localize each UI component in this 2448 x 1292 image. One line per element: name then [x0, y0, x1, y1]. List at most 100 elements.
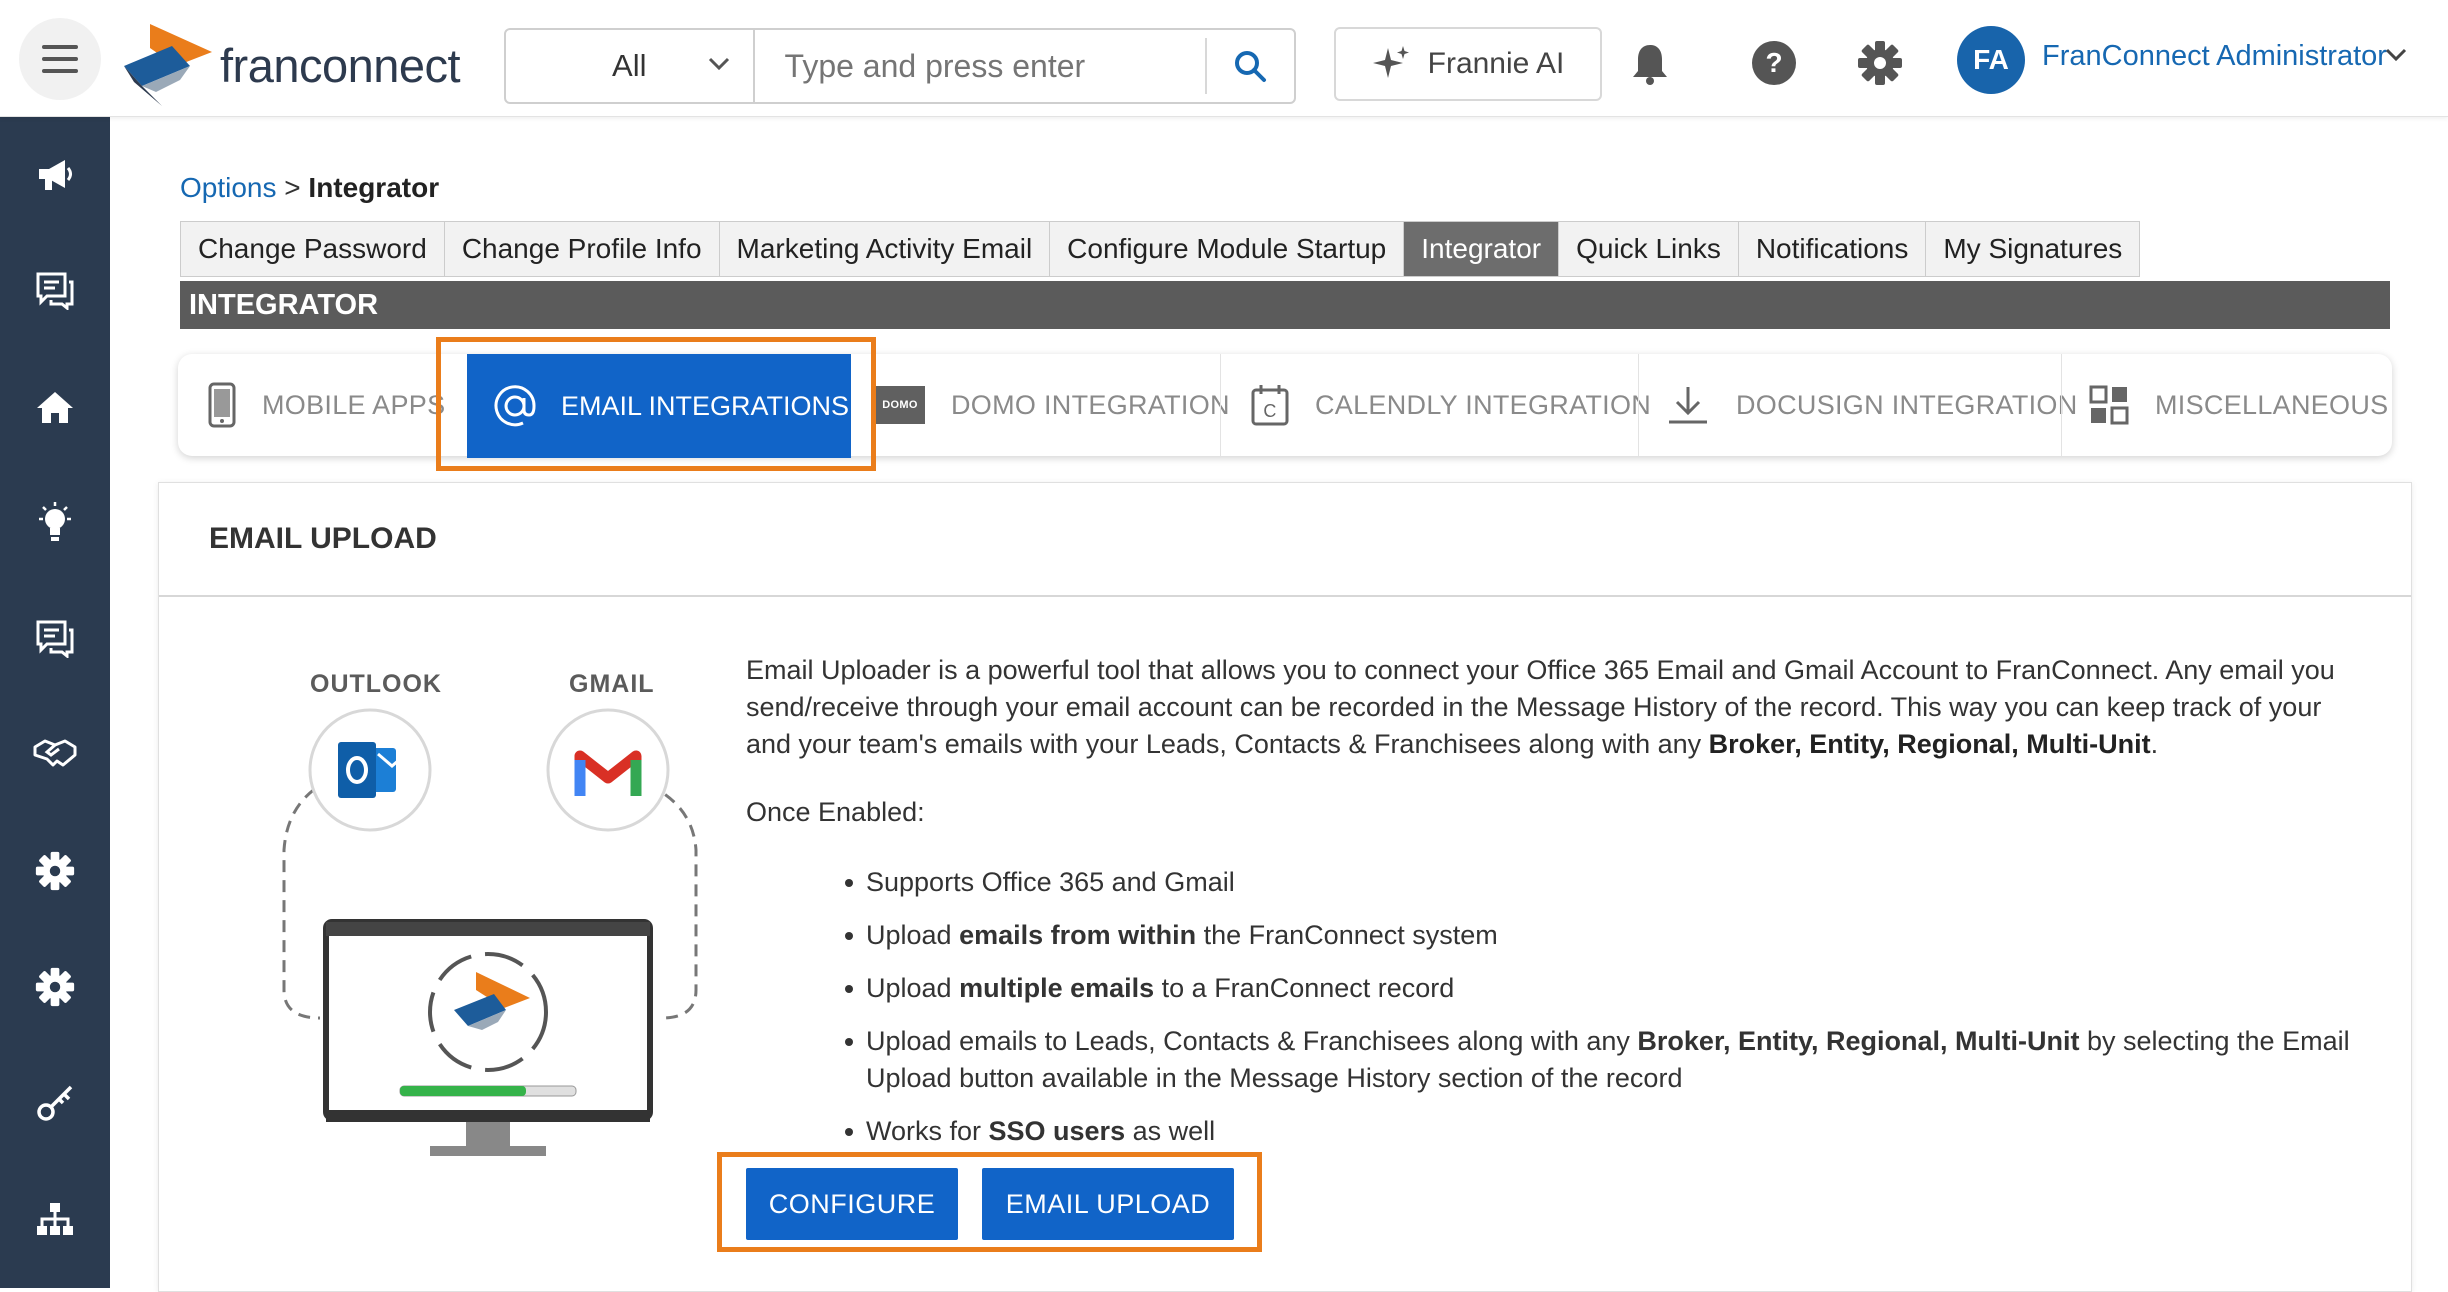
list-item-bold: emails from within: [959, 920, 1197, 950]
user-menu-name[interactable]: FranConnect Administrator: [2042, 40, 2387, 73]
sidebar-item-chat[interactable]: [0, 250, 110, 330]
highlight-box: [436, 337, 876, 471]
top-bar: franconnect All Frannie AI ?: [0, 0, 2448, 117]
mobile-phone-icon: [208, 382, 236, 428]
tab-domo-integration-label: DOMO INTEGRATION: [951, 389, 1230, 420]
chevron-down-icon: [708, 57, 729, 71]
settings-button[interactable]: [1855, 38, 1905, 88]
list-item-text: Works for: [866, 1116, 989, 1146]
global-search: All: [504, 28, 1296, 104]
org-chart-icon: [37, 1203, 73, 1235]
list-item-text: as well: [1125, 1116, 1216, 1146]
sidebar-item-admin[interactable]: [0, 947, 110, 1027]
menu-toggle-button[interactable]: [19, 18, 101, 100]
tab-configure-module-startup[interactable]: Configure Module Startup: [1050, 222, 1405, 276]
gear-icon: [1858, 41, 1902, 85]
key-icon: [37, 1085, 73, 1121]
breadcrumb-separator: >: [284, 172, 301, 203]
franconnect-logo[interactable]: franconnect: [120, 22, 461, 108]
grid-icon: [2089, 385, 2129, 425]
desc-end: .: [2150, 729, 2159, 759]
sidebar: [0, 117, 110, 1288]
frannie-ai-button[interactable]: Frannie AI: [1334, 27, 1602, 101]
outlook-icon: [308, 708, 432, 832]
tab-miscellaneous-label: MISCELLANEOUS: [2155, 389, 2389, 420]
gear-alt-icon: [35, 967, 75, 1007]
section-title: INTEGRATOR: [189, 288, 379, 321]
frannie-ai-label: Frannie AI: [1427, 47, 1565, 80]
list-item: Upload multiple emails to a FranConnect …: [845, 970, 2366, 1007]
tab-calendly-integration-label: CALENDLY INTEGRATION: [1315, 389, 1652, 420]
monitor-icon: [323, 919, 653, 1156]
gmail-label: GMAIL: [569, 670, 655, 698]
franconnect-logo-icon: [124, 24, 212, 106]
tab-notifications[interactable]: Notifications: [1739, 222, 1927, 276]
sidebar-item-ideas[interactable]: [0, 483, 110, 563]
sparkle-icon: [1372, 46, 1409, 78]
tab-docusign-integration[interactable]: DOCUSIGN INTEGRATION: [1666, 354, 2078, 456]
svg-text:?: ?: [1765, 47, 1782, 78]
tab-change-password[interactable]: Change Password: [181, 222, 445, 276]
list-item-bold: SSO users: [988, 1116, 1126, 1146]
gmail-icon: [546, 708, 670, 832]
lightbulb-icon: [39, 502, 71, 541]
list-item-bold: multiple emails: [959, 973, 1155, 1003]
list-item: Works for SSO users as well: [845, 1113, 2366, 1150]
sidebar-item-marketing[interactable]: [0, 135, 110, 215]
chevron-down-icon[interactable]: [2385, 48, 2407, 62]
feature-list: Supports Office 365 and Gmail Upload ema…: [845, 864, 2366, 1166]
tab-marketing-activity-email[interactable]: Marketing Activity Email: [720, 222, 1051, 276]
tab-divider: [1638, 354, 1639, 456]
tab-mobile-apps[interactable]: MOBILE APPS: [208, 354, 445, 456]
domo-logo-icon: DOMO: [875, 386, 925, 424]
help-icon: ?: [1752, 41, 1796, 85]
highlight-box: [717, 1152, 1262, 1252]
notifications-button[interactable]: [1625, 38, 1675, 88]
search-button[interactable]: [1204, 38, 1294, 94]
breadcrumb: Options > Integrator: [180, 172, 439, 204]
search-input[interactable]: [754, 30, 1205, 102]
sidebar-item-access[interactable]: [0, 1063, 110, 1143]
tab-change-profile-info[interactable]: Change Profile Info: [445, 222, 720, 276]
breadcrumb-current: Integrator: [308, 172, 440, 203]
chat-icon: [36, 272, 74, 310]
sidebar-item-home[interactable]: [0, 367, 110, 447]
list-item-text: the FranConnect system: [1196, 920, 1498, 950]
calendar-icon: C: [1251, 385, 1289, 426]
tab-domo-integration[interactable]: DOMO DOMO INTEGRATION: [875, 354, 1230, 456]
bell-icon: [1633, 45, 1667, 85]
tab-calendly-integration[interactable]: C CALENDLY INTEGRATION: [1251, 354, 1651, 456]
tab-miscellaneous[interactable]: MISCELLANEOUS: [2089, 354, 2388, 456]
tab-my-signatures[interactable]: My Signatures: [1926, 222, 2139, 276]
avatar[interactable]: FA: [1957, 26, 2025, 94]
messages-icon: [36, 620, 74, 658]
tab-mobile-apps-label: MOBILE APPS: [262, 389, 446, 420]
help-button[interactable]: ?: [1749, 38, 1799, 88]
list-item-text: Supports Office 365 and Gmail: [866, 867, 1235, 897]
search-scope-select[interactable]: All: [506, 30, 755, 102]
sidebar-item-settings[interactable]: [0, 831, 110, 911]
outlook-label: OUTLOOK: [310, 670, 442, 698]
tab-integrator[interactable]: Integrator: [1404, 222, 1560, 276]
logo-text: franconnect: [220, 38, 461, 92]
options-tabs: Change Password Change Profile Info Mark…: [180, 221, 2141, 277]
list-item-text: Upload: [866, 973, 960, 1003]
email-upload-description: Email Uploader is a powerful tool that a…: [746, 652, 2346, 763]
section-title-bar: INTEGRATOR: [180, 281, 2390, 329]
handshake-icon: [33, 739, 77, 767]
download-icon: [1669, 387, 1707, 424]
list-item-text: Upload emails to Leads, Contacts & Franc…: [866, 1026, 1638, 1056]
list-item-text: to a FranConnect record: [1154, 973, 1455, 1003]
sidebar-item-hierarchy[interactable]: [0, 1179, 110, 1259]
tab-docusign-integration-label: DOCUSIGN INTEGRATION: [1736, 389, 2078, 420]
search-scope-value: All: [612, 48, 647, 83]
sidebar-item-messages[interactable]: [0, 598, 110, 678]
tab-quick-links[interactable]: Quick Links: [1559, 222, 1739, 276]
card-title: EMAIL UPLOAD: [159, 483, 2411, 597]
home-icon: [37, 392, 73, 423]
list-item: Upload emails to Leads, Contacts & Franc…: [845, 1023, 2366, 1097]
sidebar-item-partners[interactable]: [0, 714, 110, 794]
tab-divider: [1220, 354, 1221, 456]
breadcrumb-link-options[interactable]: Options: [180, 172, 277, 203]
list-item-bold: Broker, Entity, Regional, Multi-Unit: [1637, 1026, 2080, 1056]
